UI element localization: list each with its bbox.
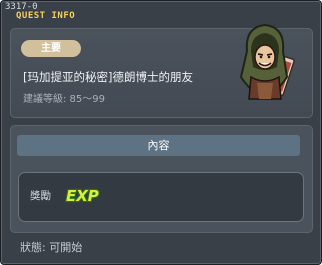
quest-name: [玛加提亚的秘密]德朗博士的朋友 [23,70,193,84]
reward-box [18,172,304,222]
quest-status: 狀態: 可開始 [20,241,83,254]
tab-content[interactable]: 內容 [17,135,300,156]
window-title: QUEST INFO [16,11,76,21]
recommended-level: 建議等級: 85～99 [23,94,105,105]
hooded-npc-portrait-icon [239,23,295,100]
quest-category-badge: 主要 [21,40,81,57]
exp-icon: EXP [65,186,100,205]
exp-badge-text: EXP [66,187,99,205]
reward-label: 獎勵 [30,190,51,202]
quest-info-window: 3317-0 QUEST INFO 主要 [玛加提亚的秘密]德朗博士的朋友 建議… [0,0,322,265]
